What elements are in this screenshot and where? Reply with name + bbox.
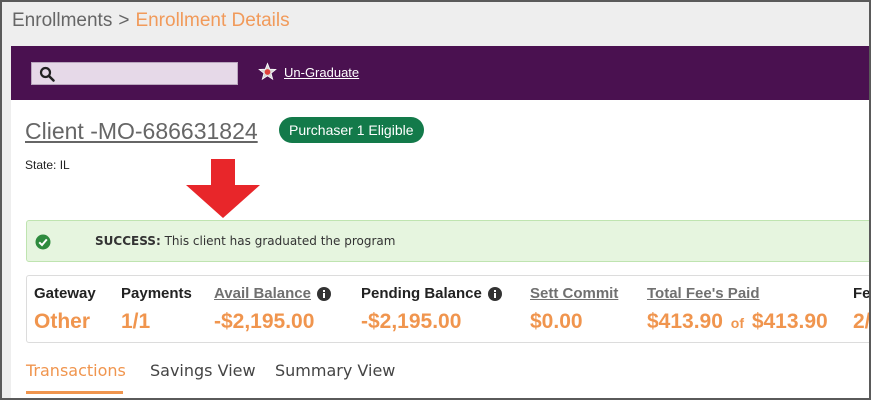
success-alert: SUCCESS: This client has graduated the p… bbox=[26, 220, 869, 262]
enrollment-card: Un-Graduate Client -MO-686631824 Purchas… bbox=[11, 46, 871, 398]
stat-pending-balance: Pending Balance -$2,195.00 bbox=[361, 285, 502, 334]
account-stats: Gateway Other Payments 1/1 Avail Balance… bbox=[26, 275, 871, 343]
alert-text: This client has graduated the program bbox=[160, 234, 396, 248]
avail-balance-link[interactable]: Avail Balance bbox=[214, 285, 311, 302]
state-label: State: IL bbox=[25, 158, 70, 172]
stat-value: -$2,195.00 bbox=[214, 310, 315, 333]
ungraduate-action[interactable]: Un-Graduate bbox=[258, 62, 359, 82]
tab-summary-view[interactable]: Summary View bbox=[275, 361, 395, 380]
info-icon[interactable] bbox=[487, 286, 502, 301]
stat-label: Fe bbox=[853, 285, 871, 302]
stat-label: Gateway bbox=[34, 285, 96, 302]
stat-fees-truncated: Fe 2/ bbox=[853, 285, 871, 334]
breadcrumb-separator: > bbox=[118, 10, 130, 31]
stat-gateway: Gateway Other bbox=[34, 285, 96, 334]
stat-value: 1/1 bbox=[121, 310, 151, 333]
breadcrumb-current: Enrollment Details bbox=[135, 10, 290, 31]
top-toolbar: Un-Graduate bbox=[11, 46, 869, 100]
fees-paid-value: $413.90 bbox=[647, 310, 723, 333]
alert-bold: SUCCESS: bbox=[95, 234, 161, 248]
sett-commit-link[interactable]: Sett Commit bbox=[530, 285, 618, 302]
alert-message: SUCCESS: This client has graduated the p… bbox=[95, 234, 395, 248]
stat-sett-commit: Sett Commit $0.00 bbox=[530, 285, 618, 334]
search-input[interactable] bbox=[31, 62, 238, 85]
ungraduate-link[interactable]: Un-Graduate bbox=[284, 65, 359, 80]
search-icon[interactable] bbox=[39, 66, 55, 82]
breadcrumb: Enrollments > Enrollment Details bbox=[12, 10, 290, 32]
info-icon[interactable] bbox=[317, 286, 331, 301]
stat-payments: Payments 1/1 bbox=[121, 285, 192, 334]
stat-value: -$2,195.00 bbox=[361, 310, 462, 333]
active-tab-indicator bbox=[26, 391, 123, 394]
stat-label-wrap: Pending Balance bbox=[361, 285, 502, 302]
fees-total-value: $413.90 bbox=[751, 310, 828, 333]
star-icon bbox=[258, 62, 277, 81]
stat-value: Other bbox=[34, 310, 91, 333]
check-circle-icon bbox=[35, 234, 51, 250]
red-down-arrow bbox=[186, 159, 260, 218]
total-fees-link[interactable]: Total Fee's Paid bbox=[647, 285, 828, 302]
tab-transactions[interactable]: Transactions bbox=[26, 361, 126, 380]
breadcrumb-enrollments-link[interactable]: Enrollments bbox=[12, 10, 112, 31]
client-title-link[interactable]: Client -MO-686631824 bbox=[25, 118, 258, 145]
stat-value: 2/ bbox=[853, 310, 871, 333]
stat-value: $413.90 of $413.90 bbox=[647, 310, 828, 334]
app-frame: Enrollments > Enrollment Details Un-Gradua… bbox=[0, 0, 871, 400]
view-tabs: Transactions Savings View Summary View bbox=[26, 351, 869, 394]
eligibility-badge: Purchaser 1 Eligible bbox=[279, 117, 424, 143]
stat-label-wrap: Avail Balance bbox=[214, 285, 331, 302]
stat-avail-balance: Avail Balance -$2,195.00 bbox=[214, 285, 331, 334]
stat-total-fees-paid: Total Fee's Paid $413.90 of $413.90 bbox=[647, 285, 828, 334]
stat-label: Payments bbox=[121, 285, 192, 302]
stat-value: $0.00 bbox=[530, 310, 583, 333]
of-label: of bbox=[730, 315, 744, 331]
stat-label: Pending Balance bbox=[361, 285, 482, 302]
tab-savings-view[interactable]: Savings View bbox=[150, 361, 256, 380]
